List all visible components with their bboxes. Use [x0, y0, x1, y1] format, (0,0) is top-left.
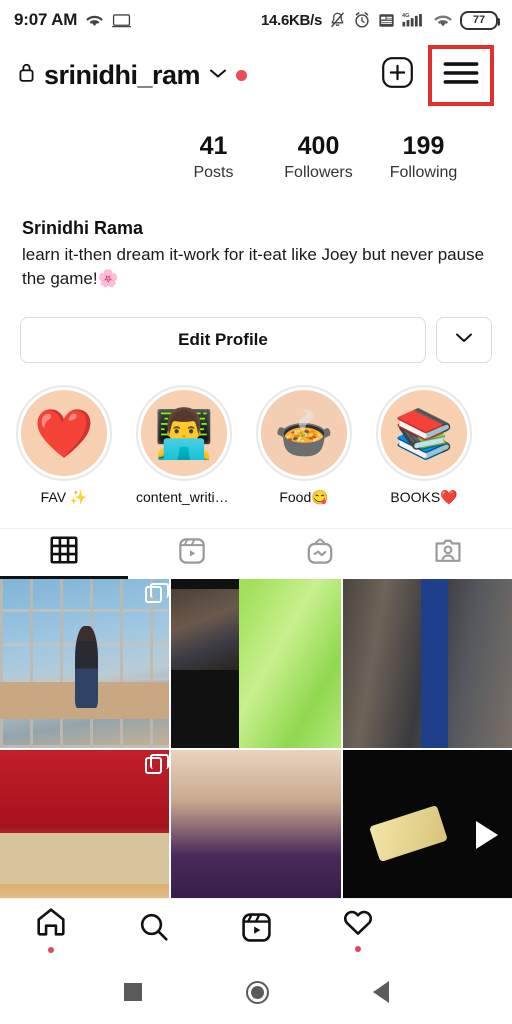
- alarm-clock-icon: [353, 11, 371, 29]
- post-grid: [0, 579, 512, 920]
- activity-notification-dot: [355, 946, 362, 952]
- nav-reels[interactable]: [205, 899, 307, 960]
- highlight-item[interactable]: 🍲 Food😋: [256, 385, 352, 506]
- posts-label: Posts: [193, 163, 234, 181]
- status-bar-left: 9:07 AM: [14, 10, 132, 30]
- highlight-ring: 🍲: [256, 385, 352, 481]
- grid-post[interactable]: [342, 750, 512, 920]
- recents-square-icon[interactable]: [123, 983, 142, 1001]
- highlight-item[interactable]: 👨‍💻 content_writin...: [136, 385, 232, 506]
- stat-following[interactable]: 199 Following: [371, 132, 476, 182]
- bottom-navigation: [0, 898, 512, 960]
- chevron-down-icon[interactable]: [209, 66, 227, 84]
- status-time: 9:07 AM: [14, 10, 78, 29]
- highlight-ring: 📚: [376, 385, 472, 481]
- highlight-ring: ❤️: [16, 385, 112, 481]
- highlight-item[interactable]: 📚 BOOKS❤️: [376, 385, 472, 506]
- stew-bowl-highlight-cover: 🍲: [261, 390, 347, 476]
- content-tabs: [0, 528, 512, 579]
- stat-posts[interactable]: 41 Posts: [161, 132, 266, 182]
- chevron-down-icon: [454, 331, 474, 349]
- plus-square-icon[interactable]: [381, 56, 414, 94]
- nav-search[interactable]: [102, 899, 204, 960]
- grid-post[interactable]: [0, 579, 170, 749]
- profile-header: srinidhi_ram: [0, 40, 512, 110]
- tab-grid[interactable]: [0, 529, 128, 579]
- profile-bio: Srinidhi Rama learn it-then dream it-wor…: [0, 188, 512, 291]
- unread-status-dot: [236, 69, 248, 81]
- edit-profile-button[interactable]: Edit Profile: [20, 317, 426, 363]
- tab-tagged[interactable]: [384, 529, 512, 579]
- home-icon: [35, 906, 67, 943]
- svg-text:4G: 4G: [402, 13, 409, 19]
- header-actions: [381, 44, 494, 106]
- calendar-widget-icon: [378, 12, 395, 29]
- grid-post[interactable]: [171, 750, 341, 920]
- reels-icon: [241, 912, 272, 948]
- grid-tab-icon: [50, 536, 78, 569]
- network-speed: 14.6KB/s: [261, 11, 322, 29]
- nav-home[interactable]: [0, 899, 102, 960]
- home-notification-dot: [48, 947, 55, 953]
- profile-options-button[interactable]: [436, 317, 492, 363]
- followers-label: Followers: [284, 163, 353, 181]
- username-dropdown[interactable]: srinidhi_ram: [18, 59, 248, 91]
- tagged-tab-icon: [434, 537, 462, 570]
- status-bar-right: 14.6KB/s 4G 77: [261, 10, 500, 30]
- grid-post[interactable]: [342, 579, 512, 749]
- highlight-label: content_writin...: [136, 489, 232, 505]
- post-thumbnail: [0, 579, 170, 749]
- following-count: 199: [402, 132, 445, 160]
- status-bar: 9:07 AM 14.6KB/s 4G 77: [0, 0, 512, 40]
- wifi-status-icon: [433, 13, 453, 28]
- instagram-profile-screen: 9:07 AM 14.6KB/s 4G 77 srinidhi_ram 41 P…: [0, 0, 512, 1024]
- back-triangle-icon[interactable]: [372, 981, 389, 1003]
- stat-followers[interactable]: 400 Followers: [266, 132, 371, 182]
- igtv-tab-icon: [306, 537, 334, 570]
- following-label: Following: [389, 163, 458, 181]
- post-thumbnail: [342, 579, 512, 749]
- profile-stats: 41 Posts 400 Followers 199 Following: [0, 110, 512, 188]
- laptop-person-highlight-cover: 👨‍💻: [141, 390, 227, 476]
- search-icon: [138, 911, 170, 948]
- reels-tab-icon: [178, 537, 206, 570]
- heart-highlight-cover: ❤️: [21, 390, 107, 476]
- followers-count: 400: [297, 132, 340, 160]
- grid-post[interactable]: [0, 750, 170, 920]
- wifi-icon: [85, 13, 104, 28]
- nav-profile[interactable]: [410, 899, 512, 960]
- bell-muted-icon: [329, 11, 346, 29]
- screencast-icon: [112, 13, 132, 28]
- story-highlights: ❤️ FAV ✨ 👨‍💻 content_writin... 🍲 Food😋 📚…: [0, 363, 512, 506]
- post-thumbnail: [0, 750, 170, 920]
- post-thumbnail: [171, 579, 341, 749]
- bio-text: learn it-then dream it-work for it-eat l…: [22, 244, 485, 288]
- activity-heart-icon: [342, 907, 374, 942]
- highlight-label: FAV ✨: [40, 489, 88, 505]
- android-system-navigation: [0, 960, 512, 1024]
- posts-count: 41: [199, 132, 228, 160]
- profile-actions: Edit Profile: [0, 291, 512, 363]
- highlight-label: BOOKS❤️: [390, 489, 458, 505]
- signal-4g-icon: 4G: [402, 11, 426, 29]
- highlight-label: Food😋: [279, 489, 329, 505]
- multi-post-icon: [145, 754, 170, 775]
- tab-reels[interactable]: [128, 529, 256, 579]
- display-name: Srinidhi Rama: [22, 217, 144, 238]
- post-thumbnail: [171, 750, 341, 920]
- nav-activity[interactable]: [307, 899, 409, 960]
- grid-post[interactable]: [171, 579, 341, 749]
- lock-icon: [18, 62, 35, 88]
- hamburger-menu-icon[interactable]: [442, 55, 480, 96]
- books-highlight-cover: 📚: [381, 390, 467, 476]
- highlight-ring: 👨‍💻: [136, 385, 232, 481]
- tab-igtv[interactable]: [256, 529, 384, 579]
- hamburger-menu-highlight: [428, 44, 494, 106]
- home-circle-icon[interactable]: [245, 980, 269, 1004]
- play-video-icon: [475, 820, 498, 849]
- battery-indicator: 77: [460, 10, 500, 30]
- multi-post-icon: [145, 583, 170, 603]
- highlight-item[interactable]: ❤️ FAV ✨: [16, 385, 112, 506]
- profile-username: srinidhi_ram: [44, 59, 201, 90]
